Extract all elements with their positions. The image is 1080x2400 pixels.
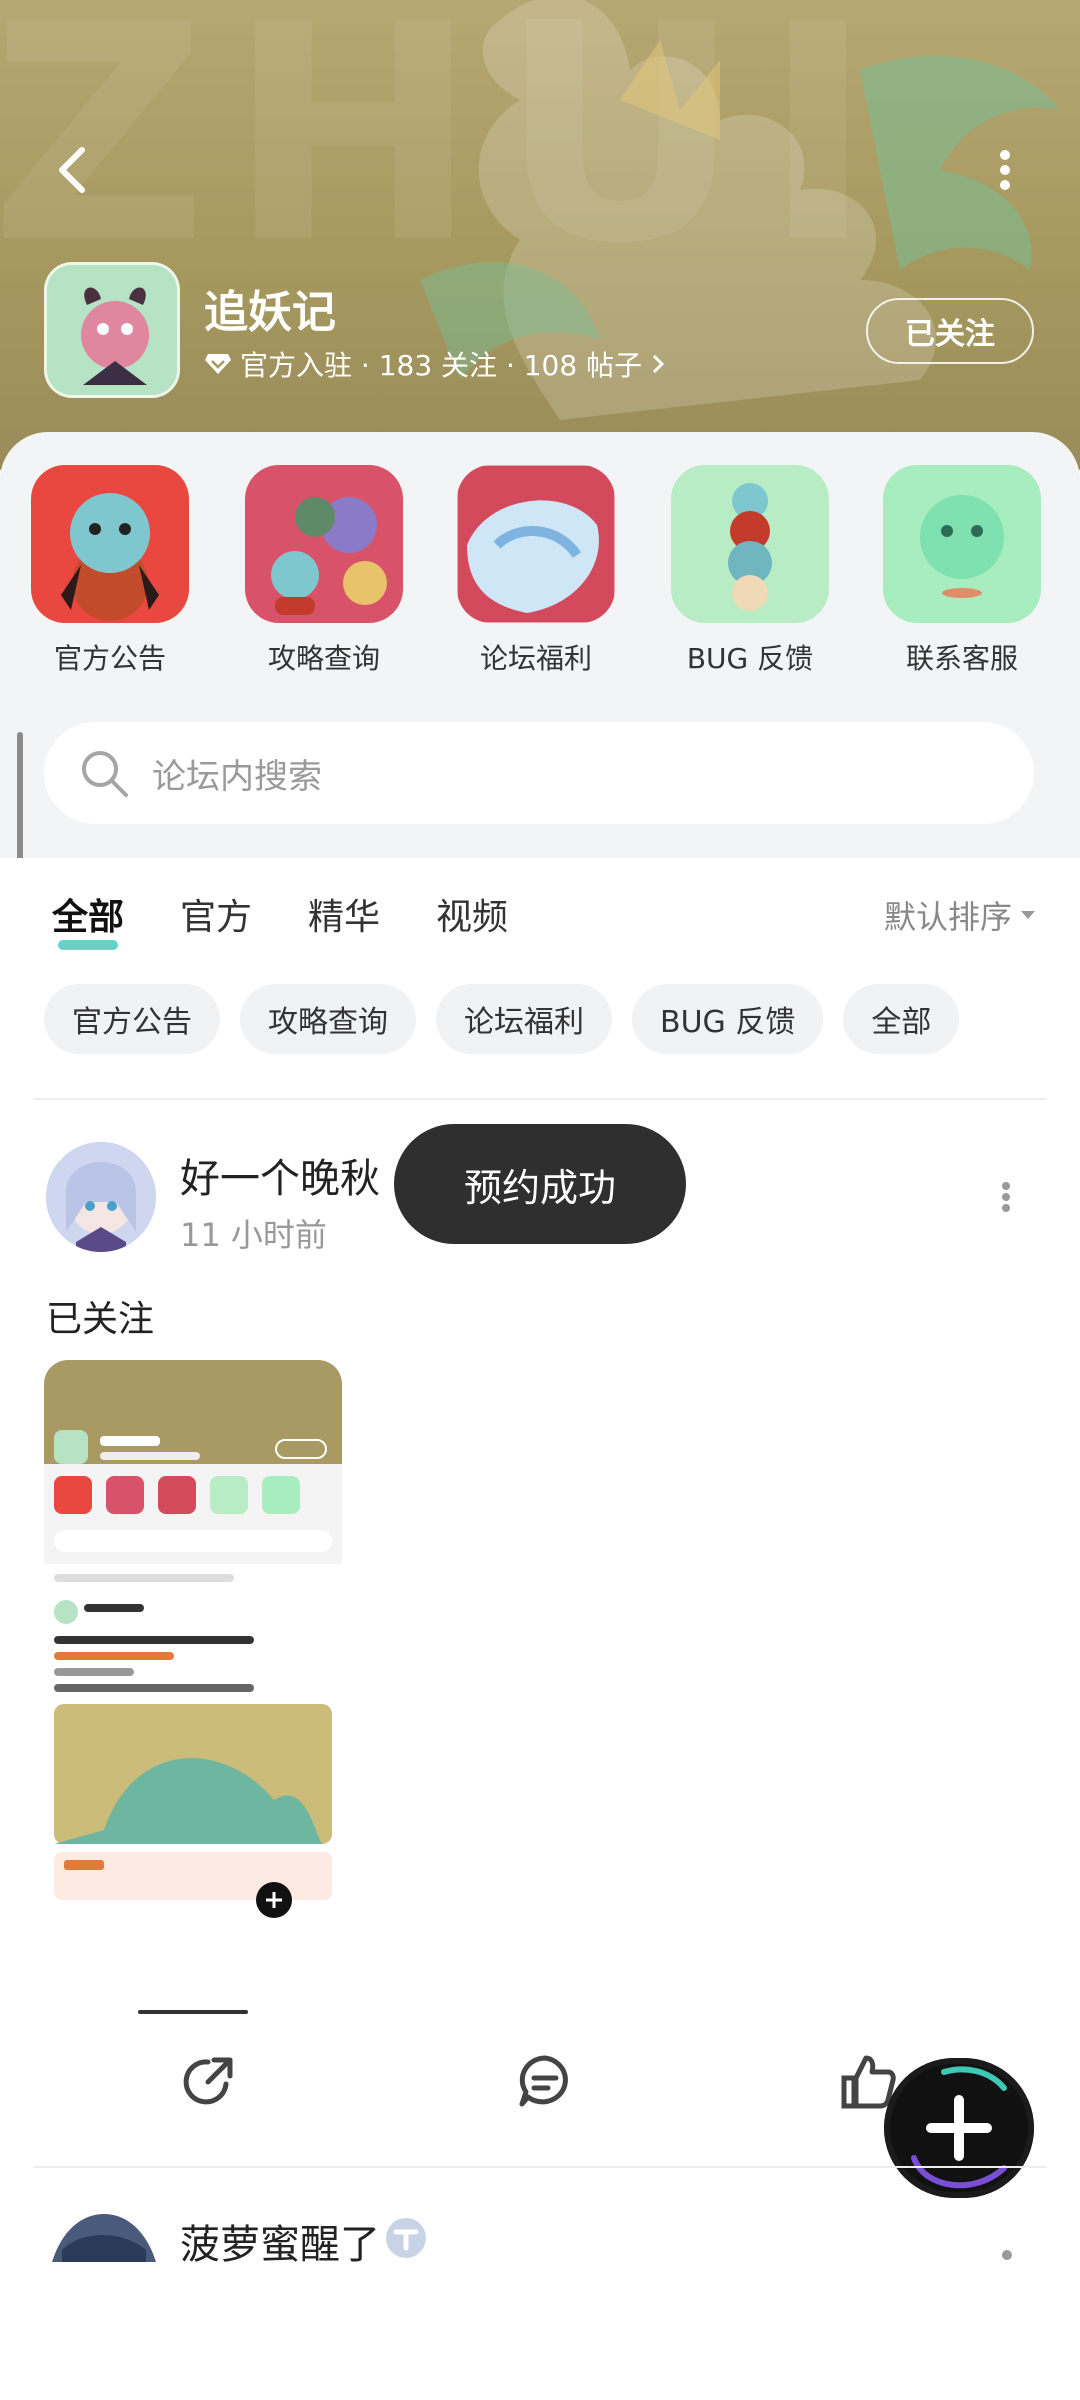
tab-official[interactable]: 官方 — [180, 888, 252, 940]
share-icon[interactable] — [178, 2050, 240, 2112]
forum-search-bar[interactable]: 论坛内搜索 — [44, 722, 1034, 824]
plus-icon — [911, 2066, 1007, 2189]
divider — [34, 1098, 1046, 1100]
back-arrow-icon[interactable] — [46, 140, 106, 200]
image-indicator — [138, 2010, 248, 2014]
chip-benefits[interactable]: 论坛福利 — [436, 984, 612, 1054]
more-vertical-icon[interactable] — [996, 1180, 1016, 1214]
shortcut-bug-report[interactable]: BUG 反馈 — [660, 460, 840, 677]
shortcut-thumb — [883, 465, 1041, 623]
post-author[interactable]: 好一个晚秋 — [180, 1146, 380, 1204]
shortcut-guide[interactable]: 攻略查询 — [234, 460, 414, 677]
more-icon[interactable] — [1002, 2250, 1012, 2260]
shortcut-label: 联系客服 — [905, 642, 1018, 675]
shortcut-label: BUG 反馈 — [686, 642, 814, 675]
post-image[interactable] — [44, 1360, 342, 1996]
more-vertical-icon[interactable] — [985, 145, 1025, 195]
shortcut-customer-service[interactable]: 联系客服 — [872, 460, 1052, 677]
shortcut-label: 论坛福利 — [479, 642, 592, 675]
caret-down-icon — [1021, 911, 1036, 919]
diamond-icon — [205, 354, 231, 374]
app-title: 追妖记 — [204, 287, 336, 338]
shortcut-thumb — [245, 465, 403, 623]
category-chips: 官方公告 攻略查询 论坛福利 BUG 反馈 全部 — [44, 984, 960, 1054]
shortcut-thumb — [457, 465, 615, 623]
post-time: 11 小时前 — [180, 1216, 327, 1254]
post-author[interactable]: 菠萝蜜醒了 — [180, 2212, 380, 2270]
app-meta[interactable]: 官方入驻 · 183 关注 · 108 帖子 — [204, 344, 666, 384]
shortcut-thumb — [31, 465, 189, 623]
feed-tabs: 全部 官方 精华 视频 — [52, 888, 508, 950]
shortcut-thumb — [671, 465, 829, 623]
chip-guide[interactable]: 攻略查询 — [240, 984, 416, 1054]
app-icon — [44, 262, 180, 398]
shortcut-row: 官方公告 攻略查询 论坛福利 BUG 反馈 联系客服 — [0, 460, 1080, 680]
sort-label: 默认排序 — [884, 898, 1013, 936]
tab-video[interactable]: 视频 — [436, 888, 508, 940]
create-post-button[interactable] — [884, 2058, 1034, 2198]
avatar[interactable] — [52, 2210, 156, 2262]
tab-featured[interactable]: 精华 — [308, 888, 380, 940]
search-placeholder: 论坛内搜索 — [152, 756, 322, 797]
search-icon — [82, 751, 128, 797]
divider — [34, 2166, 1046, 2168]
app-meta-text: 官方入驻 · 183 关注 · 108 帖子 — [240, 349, 643, 382]
post-text: 已关注 — [46, 1299, 155, 1340]
user-badge-icon — [386, 2218, 426, 2258]
chip-all[interactable]: 全部 — [843, 984, 960, 1054]
chip-bug-report[interactable]: BUG 反馈 — [632, 984, 824, 1054]
follow-button[interactable]: 已关注 — [866, 298, 1034, 364]
avatar[interactable] — [46, 1142, 156, 1252]
header-banner: ZHUI 追妖记 官方入驻 · 183 关注 · 108 帖子 已关注 — [0, 0, 1080, 470]
shortcut-benefits[interactable]: 论坛福利 — [446, 460, 626, 677]
tab-all[interactable]: 全部 — [52, 888, 124, 950]
chip-announcement[interactable]: 官方公告 — [44, 984, 220, 1054]
shortcut-label: 官方公告 — [53, 642, 166, 675]
toast-message: 预约成功 — [394, 1124, 686, 1244]
comment-icon[interactable] — [514, 2050, 576, 2112]
sort-dropdown[interactable]: 默认排序 — [884, 892, 1036, 938]
shortcut-announcement[interactable]: 官方公告 — [20, 460, 200, 677]
shortcut-label: 攻略查询 — [267, 642, 380, 675]
chevron-right-icon — [653, 354, 665, 374]
